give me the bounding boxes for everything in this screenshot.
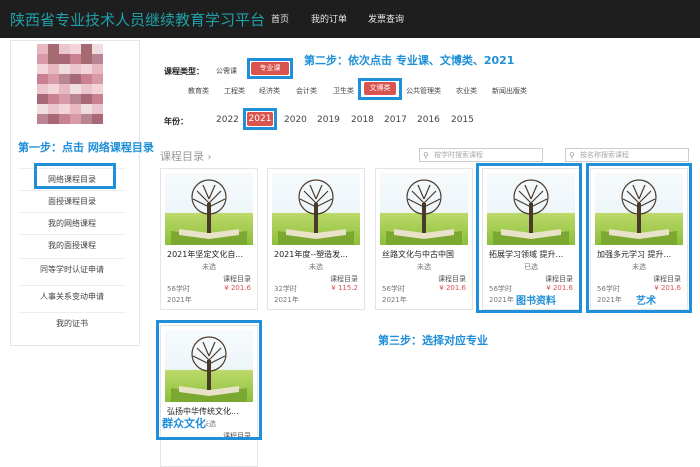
course-hours: 56学时 [382, 285, 405, 293]
search-icon: ⚲ [569, 151, 575, 160]
search-icon: ⚲ [423, 151, 429, 160]
course-card[interactable]: 2021年度--塑造发... 未选 课程目录 32学时 ¥ 115.2 2021年 [267, 168, 365, 310]
type-public[interactable]: 公需课 [216, 66, 237, 76]
site-brand[interactable]: 陕西省专业技术人员继续教育学习平台 [10, 9, 265, 30]
search-by-hours-input[interactable]: ⚲ 按学时搜索课程 [419, 148, 543, 162]
course-card[interactable]: 2021年坚定文化自... 未选 课程目录 56学时 ¥ 201.6 2021年 [160, 168, 258, 310]
sidebar-item-equivalent-hours[interactable]: 同等学时认证申请 [18, 258, 126, 280]
year-2017[interactable]: 2017 [384, 115, 407, 125]
avatar [37, 44, 103, 124]
course-status: 未选 [309, 263, 323, 271]
chevron-right-icon: › [207, 152, 212, 163]
cat-agriculture[interactable]: 农业类 [456, 86, 477, 96]
course-title[interactable]: 2021年坚定文化自... [167, 249, 253, 260]
tag-art: 艺术 [636, 296, 656, 307]
course-year: 2021年 [167, 296, 192, 304]
course-year: 2021年 [382, 296, 407, 304]
nav-my-orders[interactable]: 我的订单 [311, 12, 347, 25]
year-2020[interactable]: 2020 [284, 115, 307, 125]
step3-annotation: 第三步：选择对应专业 [378, 334, 488, 347]
cat-public-admin[interactable]: 公共管理类 [406, 86, 441, 96]
catalog-section-title: 课程目录 › [160, 150, 212, 163]
top-bar: 陕西省专业技术人员继续教育学习平台 首页 我的订单 发票查询 [0, 0, 700, 38]
type-highlight [247, 58, 293, 79]
course-price: ¥ 201.6 [439, 284, 466, 292]
card-highlight-art [586, 163, 692, 313]
cat-education[interactable]: 教育类 [188, 86, 209, 96]
course-catalog-link[interactable]: 课程目录 [223, 274, 251, 284]
course-year: 2021年 [274, 296, 299, 304]
course-title[interactable]: 丝路文化与中古中国 [382, 249, 468, 260]
step2-annotation: 第二步：依次点击 专业课、文博类、2021 [304, 54, 515, 67]
course-status: 未选 [417, 263, 431, 271]
year-2018[interactable]: 2018 [351, 115, 374, 125]
course-status: 未选 [202, 263, 216, 271]
course-card[interactable]: 丝路文化与中古中国 未选 课程目录 56学时 ¥ 201.6 2021年 [375, 168, 473, 310]
sidebar-item-my-offline-courses[interactable]: 我的面授课程 [18, 234, 126, 256]
tag-books: 图书资料 [516, 296, 556, 307]
year-label: 年份： [164, 117, 188, 126]
cat-economics[interactable]: 经济类 [259, 86, 280, 96]
course-hours: 32学时 [274, 285, 297, 293]
sidebar-item-my-network-courses[interactable]: 我的网络课程 [18, 212, 126, 234]
tag-culture: 群众文化 [162, 415, 206, 431]
course-cover-image[interactable] [272, 173, 360, 245]
cat-health[interactable]: 卫生类 [333, 86, 354, 96]
step1-highlight [34, 163, 116, 189]
course-type-label: 课程类型： [164, 67, 204, 76]
category-highlight [358, 78, 402, 100]
course-price: ¥ 115.2 [331, 284, 358, 292]
course-catalog-link[interactable]: 课程目录 [438, 274, 466, 284]
nav-invoice-query[interactable]: 发票查询 [368, 12, 404, 25]
course-catalog-link[interactable]: 课程目录 [330, 274, 358, 284]
course-price: ¥ 201.6 [224, 284, 251, 292]
course-cover-image[interactable] [165, 173, 253, 245]
step1-annotation: 第一步：点击 网络课程目录 [18, 141, 154, 154]
cat-accounting[interactable]: 会计类 [296, 86, 317, 96]
year-2022[interactable]: 2022 [216, 115, 239, 125]
card-highlight-books [476, 163, 582, 313]
sidebar-item-offline-courses[interactable]: 面授课程目录 [18, 190, 126, 212]
sidebar-item-personnel-change[interactable]: 人事关系变动申请 [18, 285, 126, 307]
nav-home[interactable]: 首页 [271, 12, 289, 25]
course-title[interactable]: 2021年度--塑造发... [274, 249, 360, 260]
year-highlight [243, 108, 277, 130]
search-by-name-input[interactable]: ⚲ 按名称搜索课程 [565, 148, 689, 162]
cat-engineering[interactable]: 工程类 [224, 86, 245, 96]
course-cover-image[interactable] [380, 173, 468, 245]
cat-news-publishing[interactable]: 新闻出版类 [492, 86, 527, 96]
course-hours: 56学时 [167, 285, 190, 293]
sidebar-item-my-certificates[interactable]: 我的证书 [18, 312, 126, 334]
year-2016[interactable]: 2016 [417, 115, 440, 125]
year-2015[interactable]: 2015 [451, 115, 474, 125]
year-2019[interactable]: 2019 [317, 115, 340, 125]
